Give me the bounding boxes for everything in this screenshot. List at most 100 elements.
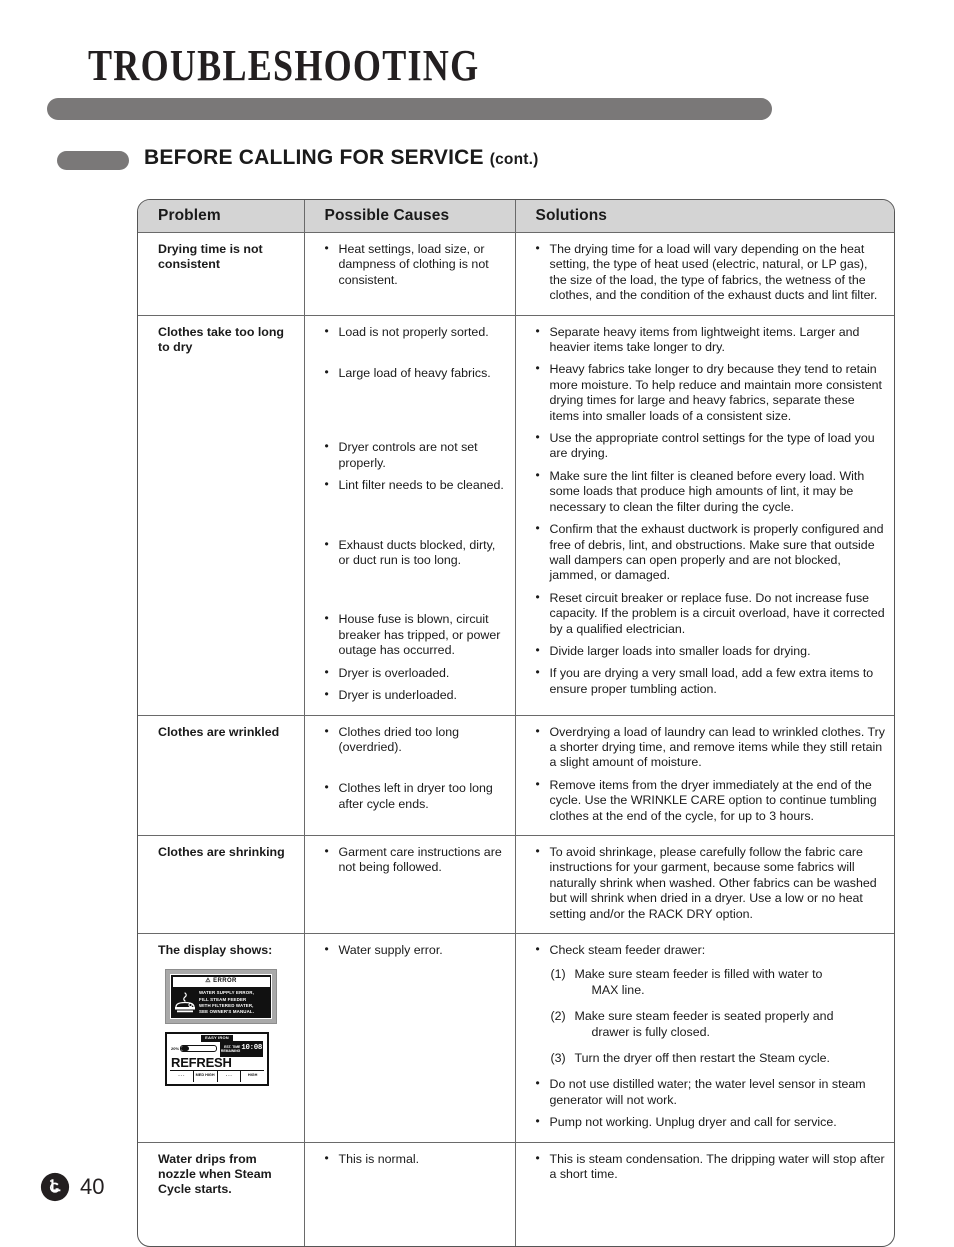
- list-item: Make sure the lint filter is cleaned bef…: [536, 468, 887, 515]
- step-text: Make sure steam feeder is seated properl…: [575, 1009, 887, 1040]
- step-line: Make sure steam feeder is filled with wa…: [574, 967, 823, 982]
- step-number: (1): [550, 967, 566, 982]
- column-header-solutions: Solutions: [515, 200, 894, 233]
- causes-cell: Garment care instructions are not being …: [304, 835, 516, 934]
- causes-cell: Water supply error.: [304, 933, 516, 1143]
- option-cell: HIGH: [247, 1073, 258, 1078]
- section-title-suffix: (cont.): [489, 151, 539, 168]
- error-line: WATER SUPPLY ERROR,: [199, 990, 254, 996]
- display-option-row: - - - MED HIGH - - - HIGH: [170, 1070, 264, 1083]
- page-number: 40: [80, 1174, 105, 1199]
- section-title: BEFORE CALLING FOR SERVICE (cont.): [144, 146, 538, 170]
- step-line: Turn the dryer off then restart the Stea…: [574, 1051, 831, 1065]
- section-title-text: BEFORE CALLING FOR SERVICE: [144, 146, 484, 169]
- step-line: Make sure steam feeder is seated properl…: [574, 1009, 834, 1024]
- list-item: Dryer is overloaded.: [325, 665, 505, 681]
- solutions-list: Separate heavy items from lightweight it…: [536, 324, 887, 698]
- list-item: Use the appropriate control settings for…: [536, 430, 887, 462]
- step-number: (3): [550, 1051, 566, 1065]
- table-row: Clothes take too long to dry Load is not…: [138, 315, 894, 716]
- section-marker-pill: [57, 151, 129, 170]
- list-item: Clothes dried too long (overdried).: [325, 724, 505, 756]
- list-item: Overdrying a load of laundry can lead to…: [536, 723, 887, 771]
- list-item: Water supply error.: [325, 942, 505, 958]
- table-row: Clothes are shrinking Garment care instr…: [138, 835, 894, 934]
- problem-cell: Clothes are shrinking: [138, 835, 305, 934]
- option-cell: - - -: [218, 1071, 242, 1083]
- solutions-list: This is steam condensation. The dripping…: [536, 1151, 887, 1183]
- causes-list: Clothes dried too long (overdried). Clot…: [325, 724, 505, 813]
- causes-list: Water supply error.: [325, 942, 505, 958]
- column-header-problem: Problem: [138, 200, 305, 233]
- list-item: The drying time for a load will vary dep…: [536, 241, 887, 304]
- list-item: Heat settings, load size, or dampness of…: [325, 241, 505, 288]
- troubleshooting-table-container: Problem Possible Causes Solutions Drying…: [137, 199, 895, 1247]
- progress-percent: 20%: [171, 1046, 180, 1052]
- option-cell: - - -: [170, 1071, 194, 1083]
- causes-cell: Load is not properly sorted. Large load …: [304, 315, 516, 716]
- display-refresh-screen-image: EASY IRON 20% EST. TIME REMAINING 10:08 …: [165, 1032, 269, 1087]
- causes-list: Load is not properly sorted. Large load …: [325, 324, 505, 704]
- step-text: Make sure steam feeder is filled with wa…: [575, 967, 887, 998]
- table-header-row: Problem Possible Causes Solutions: [138, 200, 894, 233]
- list-item: Pump not working. Unplug dryer and call …: [536, 1114, 887, 1130]
- lg-logo-icon: [40, 1172, 70, 1202]
- list-item: Large load of heavy fabrics.: [325, 365, 505, 381]
- page-footer: 40: [40, 1172, 104, 1202]
- list-item: Do not use distilled water; the water le…: [536, 1076, 887, 1108]
- column-header-possible-causes: Possible Causes: [304, 200, 516, 233]
- step-number: (2): [550, 1009, 566, 1024]
- time-label-line: REMAINING: [220, 1048, 241, 1053]
- problem-cell: Water drips from nozzle when Steam Cycle…: [138, 1142, 305, 1246]
- display-error-screen-image: ⚠ ERROR WATER SUPPLY ERROR, FILL STEAM F…: [165, 969, 277, 1025]
- error-line: WITH FILTERED WATER,: [199, 1002, 254, 1008]
- time-remaining-value: 10:08: [241, 1044, 262, 1053]
- error-title-text: ERROR: [213, 977, 237, 984]
- list-item: Reset circuit breaker or replace fuse. D…: [536, 590, 887, 637]
- list-item: Dryer is underloaded.: [325, 687, 505, 703]
- list-item: Clothes left in dryer too long after cyc…: [325, 780, 505, 812]
- causes-list: This is normal.: [325, 1151, 505, 1167]
- page-title: TROUBLESHOOTING: [88, 41, 480, 90]
- troubleshooting-table: Problem Possible Causes Solutions Drying…: [138, 200, 894, 1246]
- steam-feeder-icon: [175, 992, 195, 1012]
- problem-cell: Clothes take too long to dry: [138, 315, 305, 716]
- numbered-steps-list: (1) Make sure steam feeder is filled wit…: [550, 967, 887, 1066]
- solutions-cell: Overdrying a load of laundry can lead to…: [515, 715, 894, 836]
- option-cell: MED HIGH: [194, 1071, 218, 1083]
- list-item: Remove items from the dryer immediately …: [536, 777, 887, 824]
- list-item: To avoid shrinkage, please carefully fol…: [536, 844, 887, 922]
- table-row: Water drips from nozzle when Steam Cycle…: [138, 1142, 894, 1246]
- list-item: Garment care instructions are not being …: [325, 844, 505, 876]
- list-item: Exhaust ducts blocked, dirty, or duct ru…: [325, 537, 505, 569]
- problem-label: The display shows:: [158, 942, 273, 957]
- display-graphics-stack: ⚠ ERROR WATER SUPPLY ERROR, FILL STEAM F…: [165, 969, 294, 1087]
- causes-cell: Clothes dried too long (overdried). Clot…: [304, 715, 516, 836]
- causes-list: Garment care instructions are not being …: [325, 844, 505, 876]
- solutions-list: To avoid shrinkage, please carefully fol…: [536, 844, 887, 922]
- step-line: MAX line.: [591, 982, 645, 997]
- numbered-step: (2) Make sure steam feeder is seated pro…: [550, 1009, 887, 1040]
- list-item: Load is not properly sorted.: [325, 324, 505, 340]
- table-row: Drying time is not consistent Heat setti…: [138, 232, 894, 316]
- error-line: FILL STEAM FEEDER: [199, 996, 247, 1002]
- list-item: House fuse is blown, circuit breaker has…: [325, 611, 505, 658]
- error-message-text: WATER SUPPLY ERROR, FILL STEAM FEEDER WI…: [199, 990, 254, 1014]
- list-item: This is normal.: [325, 1151, 505, 1167]
- cycle-name-label: REFRESH: [171, 1055, 232, 1071]
- table-row: Clothes are wrinkled Clothes dried too l…: [138, 715, 894, 836]
- time-remaining-label: EST. TIME REMAINING: [221, 1045, 240, 1053]
- list-item: Dryer controls are not set properly.: [325, 439, 505, 471]
- list-item: Check steam feeder drawer: (1) Make sure…: [536, 942, 887, 1066]
- solution-lead-text: Check steam feeder drawer:: [549, 942, 706, 957]
- error-title-bar: ⚠ ERROR: [172, 976, 270, 987]
- causes-cell: Heat settings, load size, or dampness of…: [304, 232, 516, 316]
- solutions-cell: To avoid shrinkage, please carefully fol…: [515, 835, 894, 934]
- causes-cell: This is normal.: [304, 1142, 516, 1246]
- progress-bar: [180, 1045, 217, 1053]
- problem-cell: Clothes are wrinkled: [138, 715, 305, 836]
- problem-cell: The display shows: ⚠ ERROR WATER SUPPLY …: [138, 933, 305, 1143]
- solutions-cell: Check steam feeder drawer: (1) Make sure…: [515, 933, 894, 1143]
- header-divider-bar: [47, 98, 772, 120]
- error-line: SEE OWNER'S MANUAL.: [199, 1008, 255, 1014]
